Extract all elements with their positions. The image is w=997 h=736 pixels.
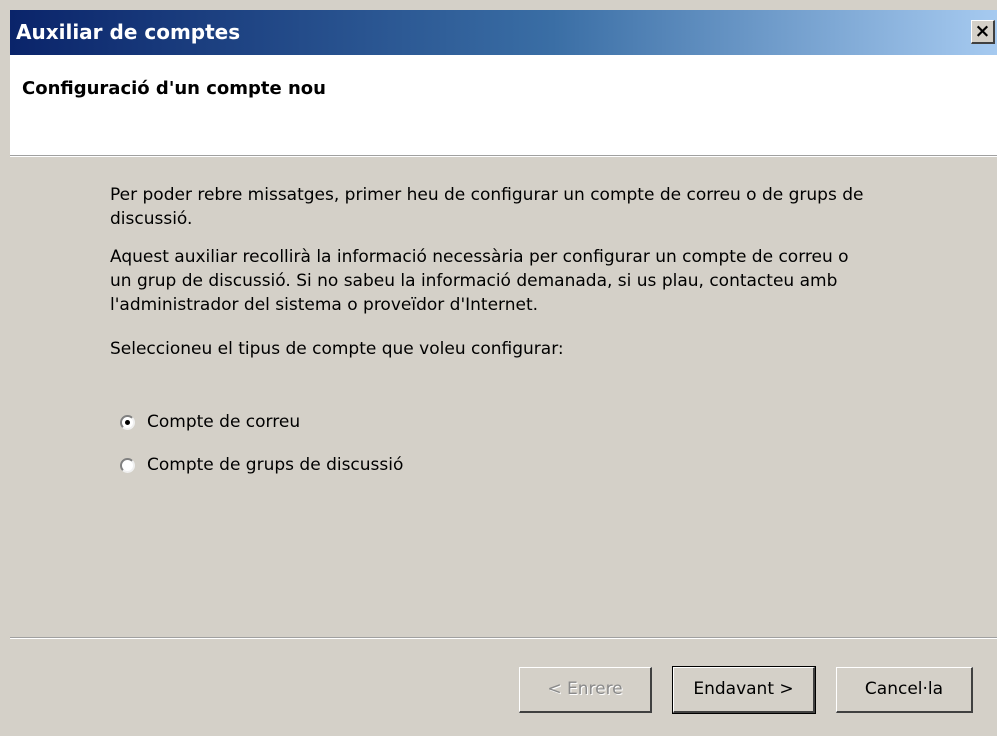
radio-option-mail[interactable]: Compte de correu [120,410,300,434]
radio-button-checked[interactable] [120,414,135,430]
close-icon: × [974,20,991,42]
back-button[interactable]: < Enrere [519,667,652,713]
close-button[interactable]: × [971,20,995,44]
info-paragraph: Aquest auxiliar recollirà la informació … [110,247,849,315]
radio-button-unchecked[interactable] [120,457,135,473]
footer-divider-highlight [10,638,997,639]
intro-paragraph: Per poder rebre missatges, primer heu de… [110,185,864,229]
radio-label-newsgroup: Compte de grups de discussió [147,455,404,475]
wizard-header: Configuració d'un compte nou [10,55,997,156]
radio-label-mail: Compte de correu [147,412,301,432]
title-bar: Auxiliar de comptes × [10,10,997,55]
window-title: Auxiliar de comptes [16,20,241,44]
page-title: Configuració d'un compte nou [22,78,326,99]
radio-option-newsgroup[interactable]: Compte de grups de discussió [120,453,403,477]
cancel-button[interactable]: Cancel·la [836,667,973,713]
select-prompt: Seleccioneu el tipus de compte que voleu… [110,339,564,359]
next-button[interactable]: Endavant > [672,666,816,714]
wizard-body: Per poder rebre missatges, primer heu de… [10,157,997,736]
account-wizard-window: Auxiliar de comptes × Configuració d'un … [0,0,997,736]
